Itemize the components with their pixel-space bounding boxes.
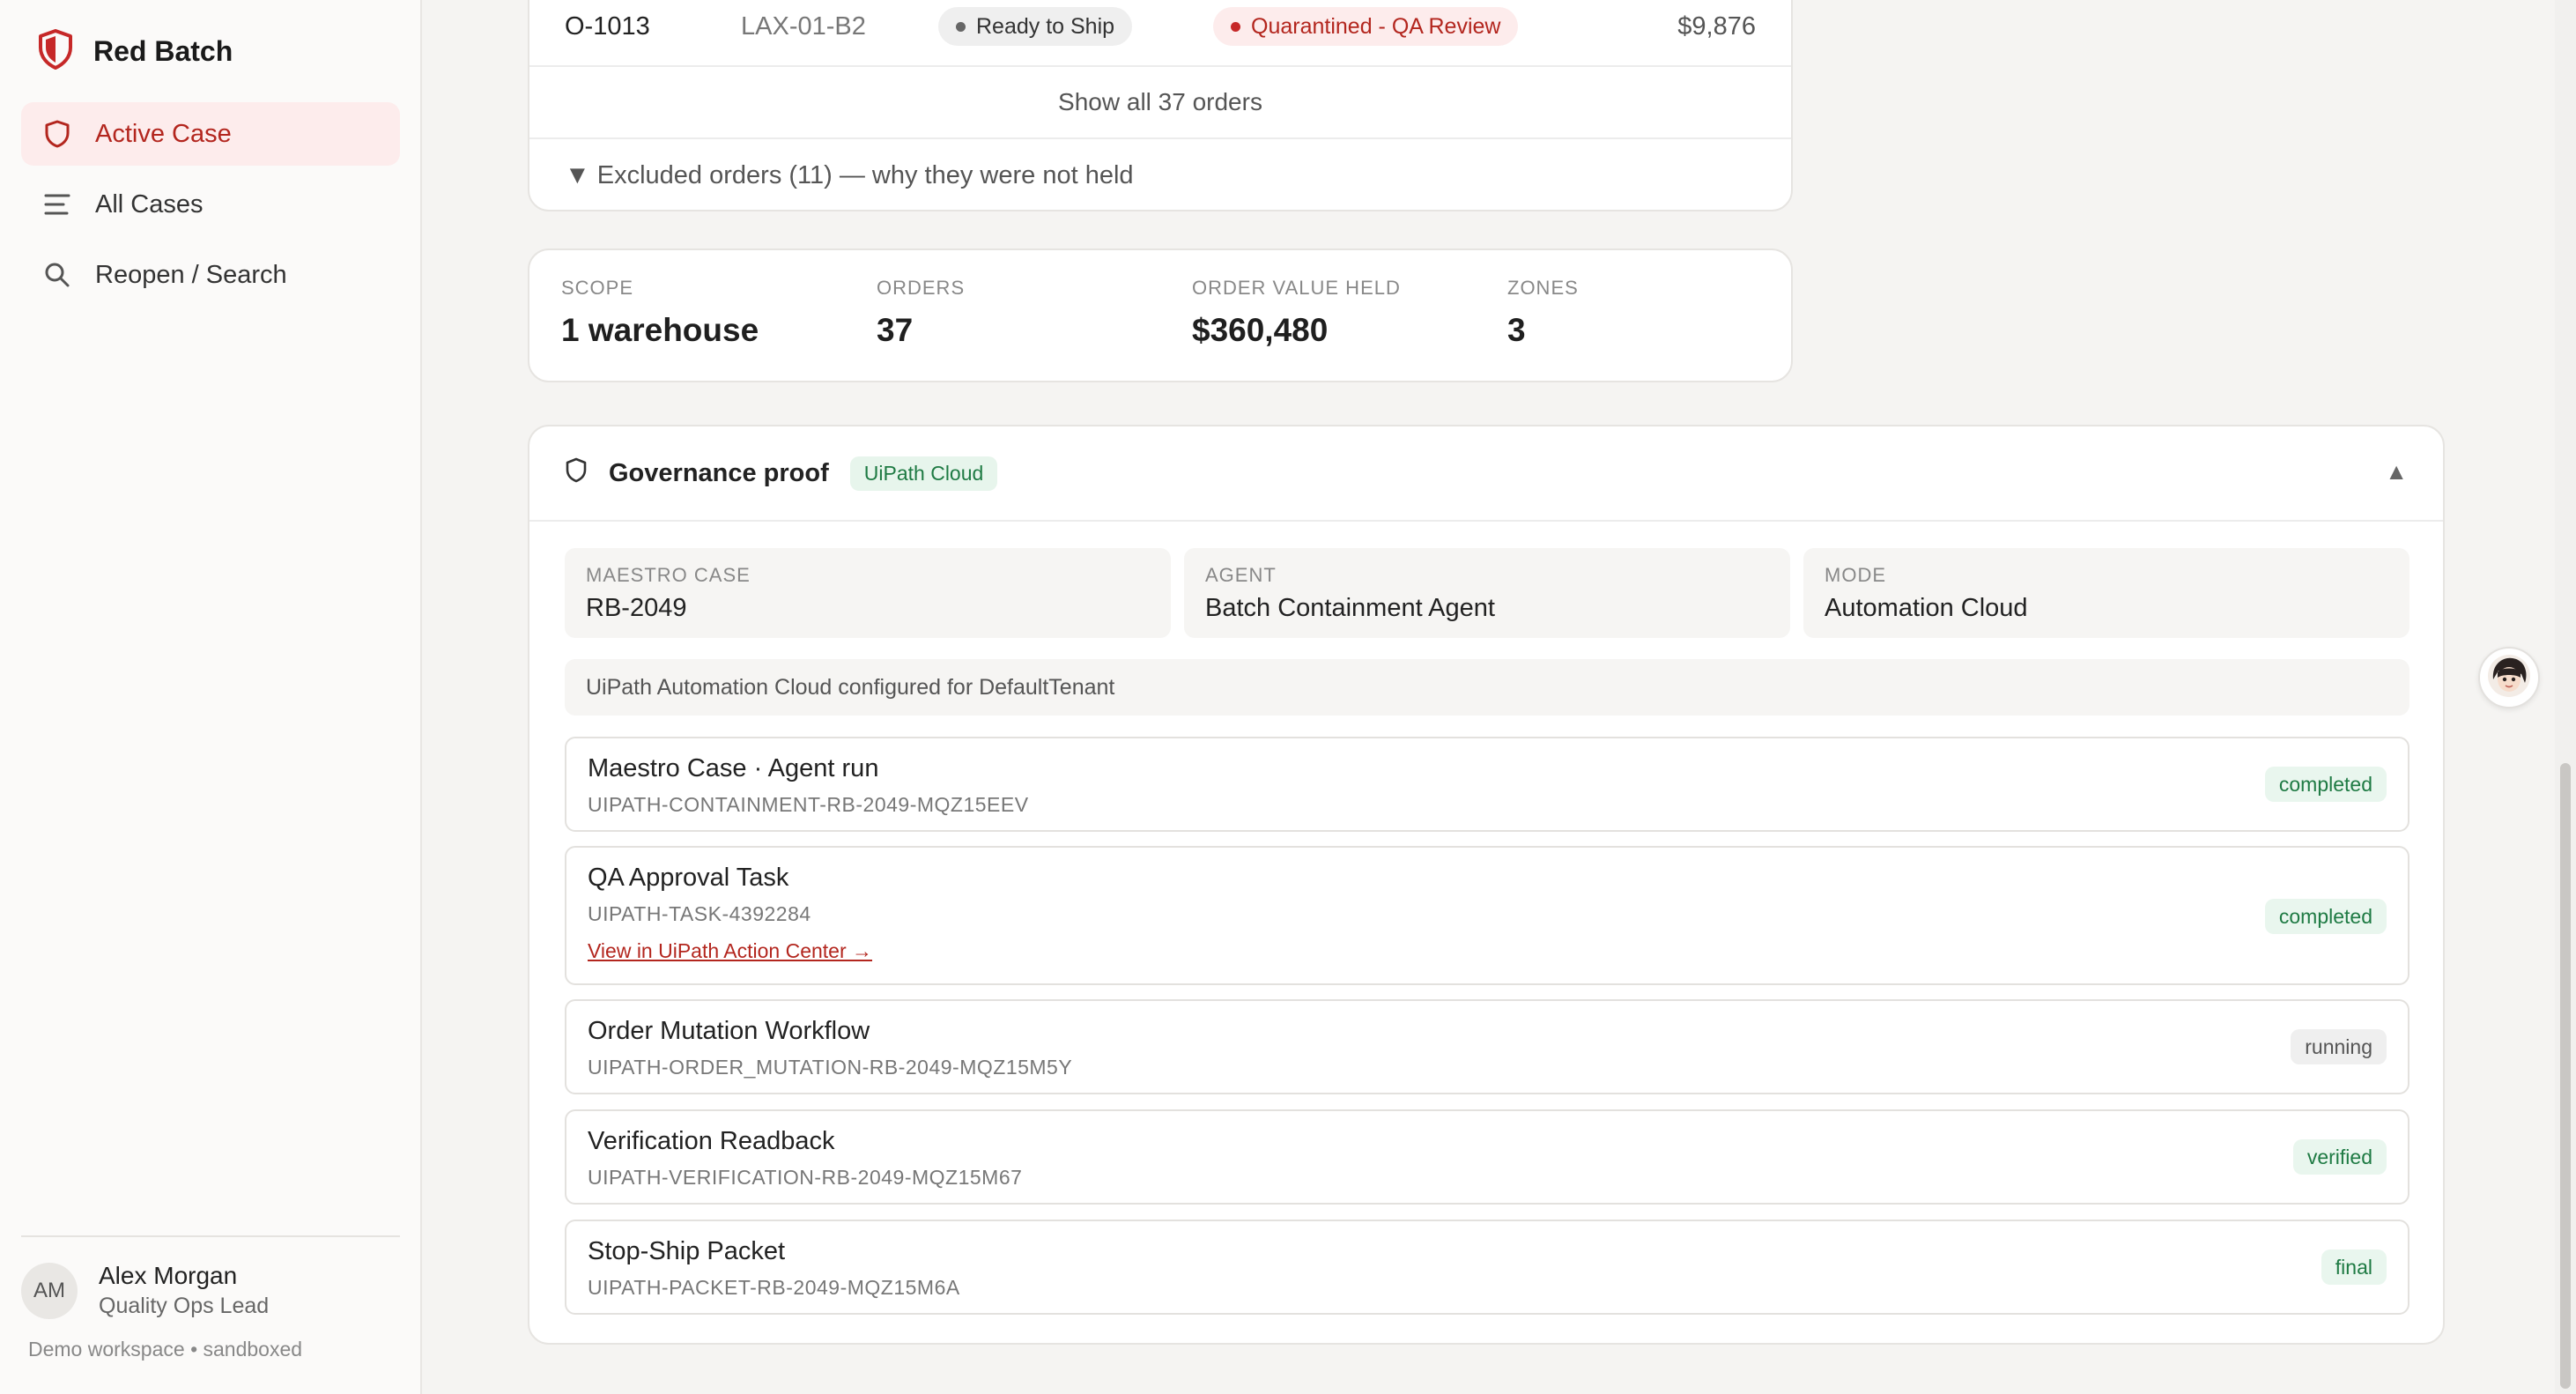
workspace-label: Demo workspace • sandboxed: [28, 1338, 303, 1361]
orders-card: O-1013 LAX-01-B2 Ready to Ship Quarantin…: [528, 0, 1793, 211]
status-badge: completed: [2264, 899, 2387, 934]
stat-value: 3: [1507, 312, 1526, 348]
action-center-link[interactable]: View in UiPath Action Center →: [588, 939, 872, 963]
sidebar-item-label: All Cases: [95, 189, 204, 219]
assistant-face-icon: [2486, 653, 2532, 703]
order-location: LAX-01-B2: [741, 12, 866, 41]
meta-value: Batch Containment Agent: [1205, 594, 1495, 622]
hold-badge-label: Quarantined - QA Review: [1251, 13, 1501, 39]
run-card-stop-ship-packet[interactable]: Stop-Ship Packet UIPATH-PACKET-RB-2049-M…: [565, 1220, 2409, 1315]
status-dot-icon: [956, 21, 966, 32]
shield-logo-icon: [37, 28, 74, 75]
meta-mode: MODE Automation Cloud: [1803, 548, 2409, 638]
sidebar-item-reopen-search[interactable]: Reopen / Search: [21, 243, 400, 307]
order-amount: $9,876: [1677, 12, 1756, 41]
page-scrollbar[interactable]: [2555, 0, 2576, 1394]
show-all-orders-button[interactable]: Show all 37 orders: [529, 67, 1791, 139]
run-id: UIPATH-TASK-4392284: [588, 902, 811, 925]
stat-value: 1 warehouse: [561, 312, 759, 348]
meta-label: AGENT: [1205, 564, 1277, 586]
run-id: UIPATH-CONTAINMENT-RB-2049-MQZ15EEV: [588, 793, 1029, 816]
hold-badge: Quarantined - QA Review: [1213, 7, 1519, 46]
avatar: AM: [21, 1262, 78, 1319]
sidebar: Red Batch Active Case All Cases Reopen /…: [0, 0, 422, 1394]
shield-icon: [42, 119, 72, 149]
meta-value: Automation Cloud: [1825, 594, 2028, 622]
status-badge: verified: [2292, 1139, 2387, 1175]
stat-label: ORDERS: [877, 277, 966, 299]
run-title: Stop-Ship Packet: [588, 1237, 786, 1265]
stat-scope: SCOPE 1 warehouse: [561, 277, 759, 349]
stat-zones: ZONES 3: [1507, 277, 1579, 349]
governance-proof-card: Governance proof UiPath Cloud ▲ MAESTRO …: [528, 425, 2445, 1345]
uipath-cloud-badge: UiPath Cloud: [849, 456, 998, 491]
search-icon: [42, 260, 72, 290]
status-badge: running: [2291, 1029, 2387, 1064]
table-row[interactable]: O-1013 LAX-01-B2 Ready to Ship Quarantin…: [529, 2, 1791, 67]
stat-label: ORDER VALUE HELD: [1192, 277, 1401, 299]
assistant-avatar-button[interactable]: [2478, 647, 2540, 708]
stat-order-value-held: ORDER VALUE HELD $360,480: [1192, 277, 1401, 349]
meta-agent: AGENT Batch Containment Agent: [1184, 548, 1790, 638]
status-badge-label: Ready to Ship: [976, 13, 1115, 39]
user-info: Alex Morgan Quality Ops Lead: [99, 1262, 269, 1319]
app-name: Red Batch: [93, 35, 233, 67]
user-role: Quality Ops Lead: [99, 1294, 270, 1318]
sidebar-nav: Active Case All Cases Reopen / Search: [21, 102, 400, 314]
list-icon: [42, 189, 72, 219]
governance-title: Governance proof: [609, 459, 829, 487]
user-profile[interactable]: AM Alex Morgan Quality Ops Lead: [21, 1262, 269, 1319]
shield-icon: [565, 457, 588, 491]
run-id: UIPATH-PACKET-RB-2049-MQZ15M6A: [588, 1276, 960, 1299]
meta-label: MAESTRO CASE: [586, 564, 751, 586]
stat-orders: ORDERS 37: [877, 277, 965, 349]
run-title: Maestro Case · Agent run: [588, 754, 879, 782]
stat-value: $360,480: [1192, 312, 1329, 348]
status-badge: Ready to Ship: [938, 7, 1133, 46]
hold-dot-icon: [1231, 21, 1240, 32]
order-id: O-1013: [565, 12, 650, 41]
governance-header[interactable]: Governance proof UiPath Cloud ▲: [529, 426, 2443, 522]
run-id: UIPATH-VERIFICATION-RB-2049-MQZ15M67: [588, 1166, 1023, 1189]
sidebar-item-label: Reopen / Search: [95, 260, 287, 289]
brand[interactable]: Red Batch: [37, 28, 233, 75]
run-card-qa-approval[interactable]: QA Approval Task UIPATH-TASK-4392284 Vie…: [565, 846, 2409, 985]
sidebar-item-label: Active Case: [95, 119, 232, 148]
stat-label: ZONES: [1507, 277, 1579, 299]
run-id: UIPATH-ORDER_MUTATION-RB-2049-MQZ15M5Y: [588, 1056, 1073, 1079]
collapse-toggle-icon[interactable]: ▲: [2385, 458, 2408, 486]
run-title: QA Approval Task: [588, 864, 789, 892]
meta-maestro-case: MAESTRO CASE RB-2049: [565, 548, 1171, 638]
run-card-agent-run[interactable]: Maestro Case · Agent run UIPATH-CONTAINM…: [565, 737, 2409, 832]
sidebar-divider: [21, 1235, 400, 1237]
user-name: Alex Morgan: [99, 1262, 238, 1289]
meta-value: RB-2049: [586, 594, 687, 622]
stat-label: SCOPE: [561, 277, 634, 299]
status-badge: final: [2321, 1249, 2387, 1285]
status-badge: completed: [2264, 767, 2387, 802]
meta-label: MODE: [1825, 564, 1886, 586]
stat-value: 37: [877, 312, 914, 348]
sidebar-item-active-case[interactable]: Active Case: [21, 102, 400, 166]
scrollbar-thumb[interactable]: [2560, 763, 2571, 1389]
run-card-verification[interactable]: Verification Readback UIPATH-VERIFICATIO…: [565, 1109, 2409, 1205]
excluded-orders-toggle[interactable]: ▼ Excluded orders (11) — why they were n…: [565, 139, 1134, 211]
governance-title-group: Governance proof UiPath Cloud: [565, 456, 998, 491]
run-title: Verification Readback: [588, 1127, 835, 1155]
sidebar-item-all-cases[interactable]: All Cases: [21, 173, 400, 236]
config-notice: UiPath Automation Cloud configured for D…: [565, 659, 2409, 716]
summary-stats-card: SCOPE 1 warehouse ORDERS 37 ORDER VALUE …: [528, 248, 1793, 382]
run-title: Order Mutation Workflow: [588, 1017, 870, 1045]
run-card-order-mutation[interactable]: Order Mutation Workflow UIPATH-ORDER_MUT…: [565, 999, 2409, 1094]
